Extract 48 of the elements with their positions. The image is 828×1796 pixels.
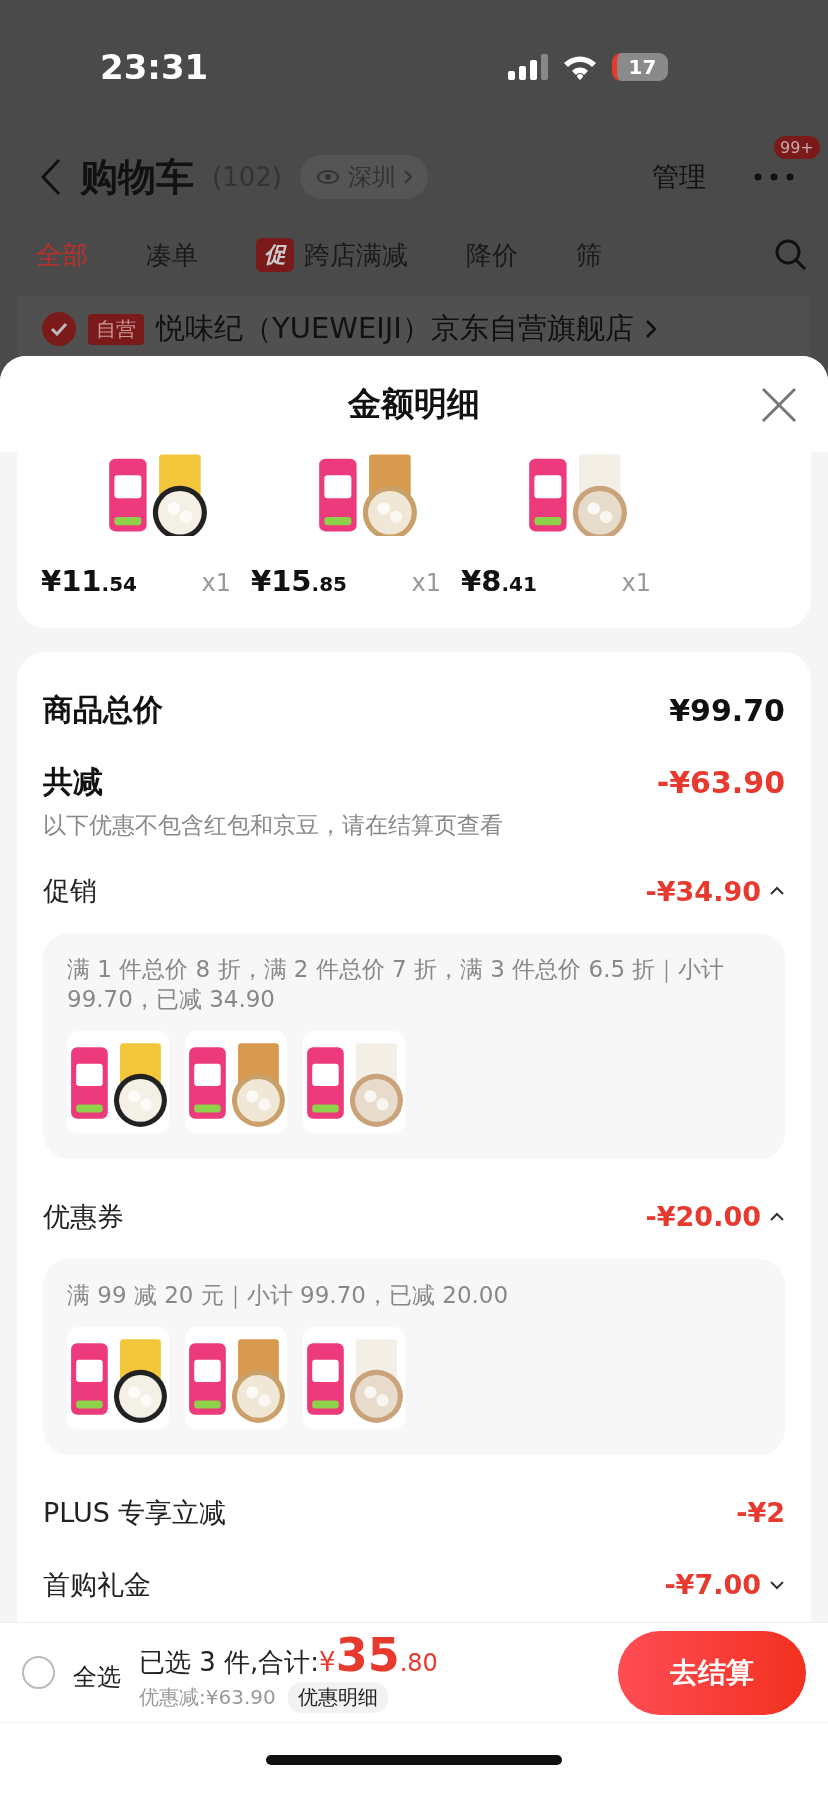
- item-price: ¥8.41: [461, 564, 537, 598]
- clock: 23:31: [100, 47, 209, 87]
- wifi-icon: [562, 54, 598, 80]
- discount-note: 以下优惠不包含红包和京豆，请在结算页查看: [43, 811, 504, 840]
- check-icon: [50, 322, 68, 336]
- discount-detail-link[interactable]: 优惠明细: [287, 1682, 388, 1713]
- total-label: 商品总价: [43, 690, 163, 729]
- discount-amount: -¥34.90: [645, 875, 761, 907]
- chevron-icon: [645, 320, 656, 338]
- page-title: 购物车: [80, 153, 194, 201]
- select-all-radio[interactable]: [22, 1656, 55, 1689]
- discount-amount: -¥2: [736, 1497, 785, 1529]
- promo-tag: 促: [256, 238, 294, 272]
- order-total: 已选 3 件,合计:¥35.80: [139, 1632, 439, 1680]
- store-name[interactable]: 悦味纪（YUEWEIJI）京东自营旗舰店: [156, 309, 634, 349]
- total-value: ¥99.70: [669, 692, 785, 728]
- reduce-label: 共减: [43, 762, 103, 801]
- item-quantity: x1: [621, 569, 651, 597]
- discount-detail: 满 99 减 20 元｜小计 99.70，已减 20.00: [67, 1280, 510, 1311]
- store-checkbox[interactable]: [42, 312, 76, 346]
- chevron-icon: [403, 170, 412, 184]
- sheet-title: 金额明细: [348, 382, 480, 425]
- item-price: ¥11.54: [41, 564, 137, 598]
- item-quantity: x1: [201, 569, 231, 597]
- discount-amount: -¥20.00: [645, 1201, 761, 1233]
- reduce-value: -¥63.90: [656, 764, 785, 800]
- notification-badge: 99+: [774, 136, 820, 159]
- checkout-button[interactable]: 去结算: [618, 1630, 806, 1715]
- discount-detail: 满 1 件总价 8 折，满 2 件总价 7 折，满 3 件总价 6.5 折｜小计 99.70，已减 34.90: [67, 955, 726, 1014]
- filter-tab[interactable]: 全部: [36, 237, 88, 273]
- item-quantity: x1: [411, 569, 441, 597]
- battery-icon: 17: [612, 53, 668, 81]
- saving-text: 优惠减:¥63.90: [139, 1684, 276, 1711]
- eye-icon: [315, 169, 340, 185]
- discount-label: 优惠券: [43, 1199, 124, 1234]
- select-all-label[interactable]: 全选: [73, 1660, 121, 1693]
- discount-label: 促销: [43, 874, 97, 908]
- search-icon[interactable]: [774, 238, 808, 272]
- more-icon: [754, 173, 794, 181]
- back-icon[interactable]: [40, 158, 62, 196]
- discount-amount: -¥7.00: [664, 1569, 761, 1601]
- discount-label: 首购礼金: [43, 1567, 151, 1602]
- item-price: ¥15.85: [251, 564, 347, 598]
- store-tag: 自营: [88, 313, 144, 345]
- manage-link[interactable]: 管理: [652, 159, 706, 195]
- signal-icon: [508, 54, 548, 80]
- close-button[interactable]: [760, 386, 798, 424]
- discount-label: PLUS 专享立减: [43, 1495, 227, 1530]
